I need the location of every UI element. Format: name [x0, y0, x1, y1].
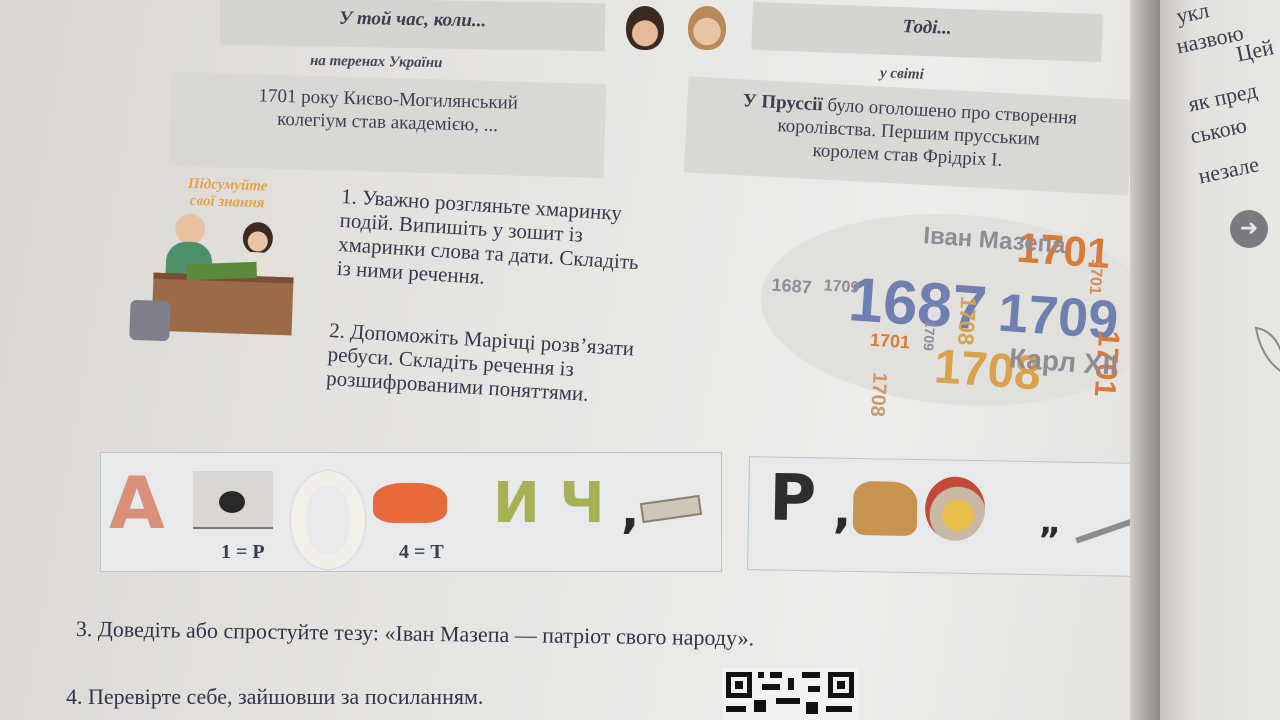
- letters-ich-glyph: И Ч: [493, 471, 605, 536]
- header-left: У той час, коли...: [219, 0, 606, 52]
- word-cloud-item: 1708: [953, 296, 981, 347]
- boy-illustration: [174, 213, 206, 245]
- qr-code-icon[interactable]: [722, 668, 858, 720]
- book-illustration: [186, 261, 257, 281]
- watch-icon: [639, 494, 703, 524]
- rebus-code-1: 1 = Р: [221, 541, 265, 563]
- rake-icon: [1060, 474, 1134, 544]
- subtitle-ukraine: на теренах України: [309, 52, 443, 72]
- girl-illustration: [242, 221, 274, 255]
- word-cloud-item: 1709: [823, 277, 860, 296]
- word-cloud-item: 1708: [866, 372, 891, 418]
- rebus-code-2: 4 = Т: [399, 541, 444, 563]
- letter-r-glyph: Р: [768, 461, 817, 537]
- rebus-comma: ,: [832, 482, 852, 539]
- rebus-right: Р , „ „: [747, 456, 1150, 578]
- word-cloud-item: 1709: [920, 319, 938, 351]
- rebus-left: А 1 = Р 4 = Т И Ч ,: [100, 452, 722, 572]
- girl-avatar: [626, 6, 664, 50]
- chair-illustration: [129, 299, 171, 342]
- rebus-quote: „: [1038, 502, 1062, 543]
- desk-illustration: [151, 272, 294, 336]
- event-word-cloud: 17011701Іван Мазепа16871708 170917011708К…: [760, 214, 1150, 418]
- letter-a-glyph: А: [109, 461, 165, 545]
- boy-avatar: [688, 6, 726, 50]
- task-4: 4. Перевірте себе, зайшовши за посилання…: [66, 684, 484, 709]
- next-page: укл назвою Цей як пред ською незале ➜: [1160, 0, 1280, 720]
- word-cloud-item: 1701: [869, 330, 910, 353]
- header-right: Тоді...: [751, 1, 1103, 63]
- feather-icon: [1254, 326, 1280, 372]
- textbook-page: У той час, коли... Тоді... на теренах Ук…: [0, 0, 1150, 720]
- fact-ukraine-box: 1701 року Києво-Могилянський колегіум ст…: [168, 71, 607, 179]
- summary-badge: Підсумуйте свої знання: [129, 172, 315, 353]
- next-page-line: ською: [1188, 112, 1249, 149]
- subtitle-world: у світі: [879, 65, 925, 83]
- ring-icon: [291, 471, 365, 569]
- cake-icon: [924, 476, 986, 542]
- crab-icon: [373, 483, 447, 523]
- task-2: 2. Допоможіть Марічці розв’язати ребуси.…: [326, 318, 730, 414]
- task-3: 3. Доведіть або спростуйте тезу: «Іван М…: [75, 616, 755, 651]
- next-page-line: укл: [1174, 0, 1212, 29]
- dog-icon: [852, 480, 918, 537]
- fact-world-bold: У Пруссії: [742, 90, 824, 116]
- word-cloud-item: 1687: [771, 275, 812, 298]
- stone-dot-icon: [219, 491, 245, 513]
- fact-world-box: У Пруссії було оголошено про створення к…: [683, 76, 1134, 196]
- badge-title: Підсумуйте свої знання: [142, 174, 313, 214]
- next-page-line: незале: [1196, 151, 1262, 189]
- arrow-right-icon: ➜: [1230, 210, 1268, 248]
- next-page-line: як пред: [1186, 77, 1260, 117]
- task-1: 1. Уважно розгляньте хмаринку подій. Вип…: [336, 184, 741, 304]
- rebus-comma: ,: [621, 483, 640, 539]
